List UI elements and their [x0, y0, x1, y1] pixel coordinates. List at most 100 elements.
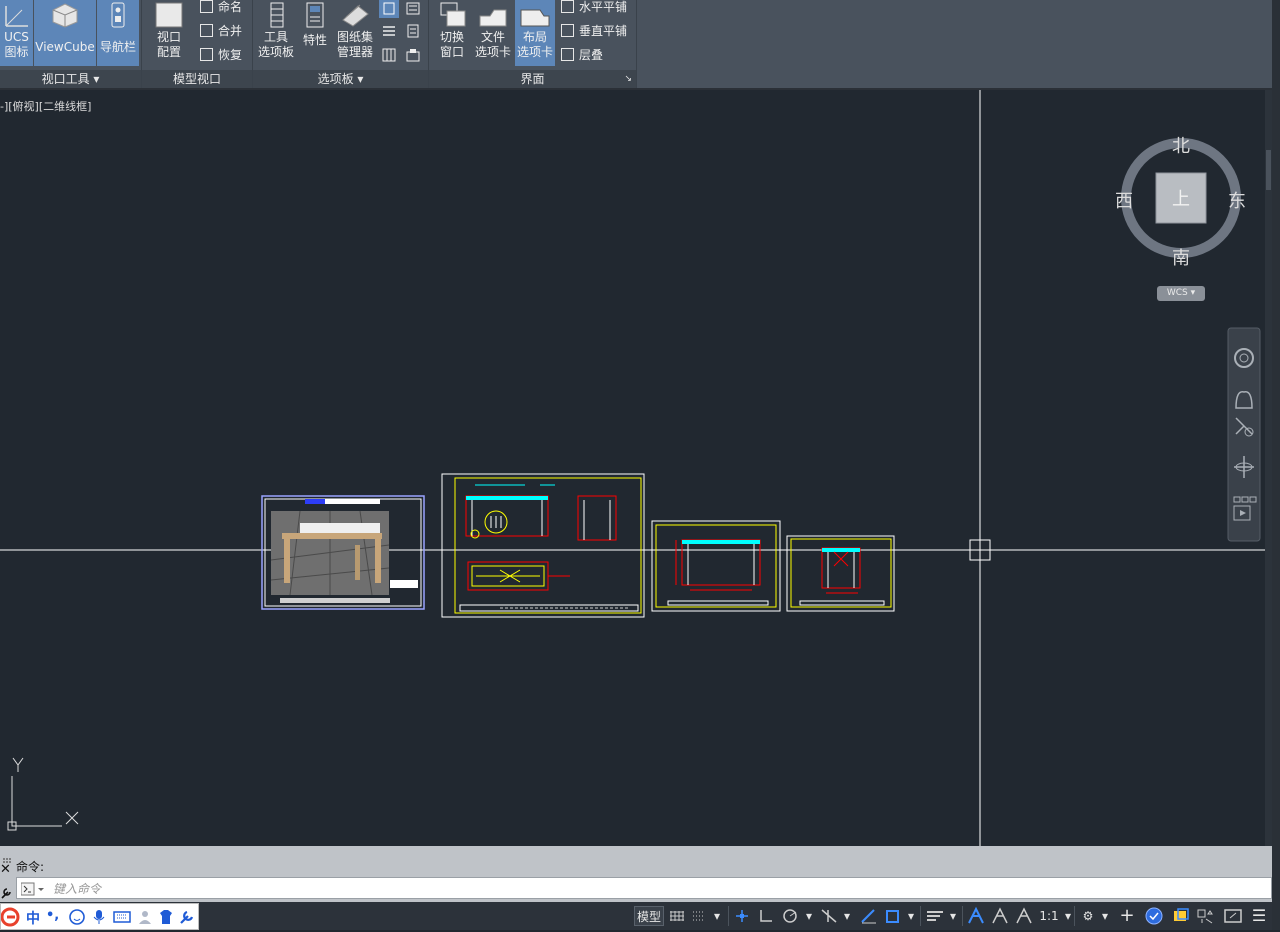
viewport-config-icon — [154, 2, 184, 28]
object-snap-tracking-icon[interactable] — [858, 906, 880, 926]
file-tabs-label: 文件 选项卡 — [474, 30, 511, 59]
ucs-icon-button[interactable]: UCS 图标 — [0, 0, 33, 66]
clean-screen-icon[interactable] — [1194, 906, 1216, 926]
tile-vertical-icon — [561, 24, 574, 37]
isodraft-icon[interactable] — [818, 906, 840, 926]
maximize-viewport-icon[interactable] — [1222, 906, 1244, 926]
chevron-down-icon[interactable]: ▾ — [840, 906, 854, 926]
object-snap-icon[interactable] — [882, 906, 904, 926]
panel-title-palettes[interactable]: 选项板 ▾ — [253, 70, 428, 88]
hardware-acceleration-icon[interactable] — [1170, 906, 1192, 926]
join-icon — [200, 24, 213, 37]
grip-icon[interactable] — [2, 850, 12, 863]
viewport-scrollbar[interactable] — [1265, 90, 1272, 846]
infer-constraints-icon[interactable] — [732, 906, 752, 926]
named-viewports-button[interactable]: 命名 — [200, 0, 242, 17]
file-tabs-button[interactable]: 文件 选项卡 — [473, 0, 513, 66]
viewcube-face-top[interactable]: 上 — [1171, 185, 1191, 211]
palette-toggle-4[interactable] — [403, 22, 423, 40]
restore-viewports-button[interactable]: 恢复 — [200, 45, 242, 65]
panel-launcher-icon[interactable]: ↘ — [624, 70, 632, 88]
cascade-button[interactable]: 层叠 — [561, 45, 603, 65]
panel-palettes: 工具 选项板 特性 图纸集 管理器 选项板 ▾ — [253, 0, 429, 88]
switch-windows-button[interactable]: 切换 窗口 — [433, 0, 471, 66]
palette-toggle-2[interactable] — [403, 0, 423, 18]
palette-toggle-3[interactable] — [379, 22, 399, 40]
drawing-viewport[interactable]: -][俯视][二维线框] 北 南 东 西 上 WCS ▾ — [0, 90, 1265, 846]
navigation-bar[interactable] — [1227, 327, 1261, 542]
tool-palettes-button[interactable]: 工具 选项板 — [255, 0, 297, 66]
navbar-button[interactable]: 导航栏 — [97, 0, 139, 66]
switch-windows-label: 切换 窗口 — [439, 30, 464, 59]
compass-west[interactable]: 西 — [1114, 187, 1134, 213]
isolate-objects-icon[interactable] — [1142, 906, 1166, 926]
restore-icon — [200, 48, 213, 61]
named-icon — [200, 0, 213, 13]
auto-scale-icon[interactable] — [990, 906, 1010, 926]
gear-icon[interactable]: ⚙ — [1078, 906, 1098, 926]
tile-vertical-button[interactable]: 垂直平铺 — [561, 21, 627, 41]
command-prompt-icon[interactable] — [20, 881, 45, 896]
plus-icon[interactable]: + — [1116, 906, 1138, 926]
sogou-logo-icon[interactable] — [0, 907, 21, 927]
chevron-down-icon[interactable]: ▾ — [1098, 906, 1112, 926]
sheet-set-manager-button[interactable]: 图纸集 管理器 — [333, 0, 377, 66]
toolbox-icon[interactable] — [178, 908, 196, 926]
annotation-scale-icon[interactable] — [1014, 906, 1034, 926]
drawing-sheet-elevation[interactable] — [651, 520, 781, 612]
microphone-icon[interactable] — [90, 908, 108, 926]
snap-grid-icon[interactable] — [690, 906, 708, 926]
polar-tracking-icon[interactable] — [780, 906, 802, 926]
panel-title-interface: 界面 ↘ — [429, 70, 636, 88]
command-history: 命令: — [16, 860, 45, 874]
tile-horizontal-button[interactable]: 水平平铺 — [561, 0, 627, 17]
chevron-down-icon[interactable]: ▾ — [802, 906, 816, 926]
chevron-down-icon[interactable]: ▾ — [1062, 906, 1074, 926]
drawing-canvas — [0, 90, 1265, 846]
ime-language-toggle[interactable]: 中 — [26, 908, 42, 927]
annotation-visibility-icon[interactable] — [966, 906, 986, 926]
compass-east[interactable]: 东 — [1227, 187, 1247, 213]
layout-tabs-button[interactable]: 布局 选项卡 — [515, 0, 555, 66]
chevron-down-icon[interactable]: ▾ — [904, 906, 918, 926]
wrench-icon[interactable] — [0, 884, 12, 899]
palette-toggle-5[interactable] — [379, 46, 399, 64]
chevron-down-icon[interactable]: ▾ — [946, 906, 960, 926]
compass-south[interactable]: 南 — [1171, 244, 1191, 270]
command-input[interactable] — [51, 880, 1255, 898]
tile-horizontal-icon — [561, 0, 574, 13]
viewport-config-button[interactable]: 视口 配置 — [146, 0, 192, 66]
close-icon[interactable]: ✕ — [0, 863, 12, 876]
palette-toggle-6[interactable] — [403, 46, 423, 64]
annotation-scale-value[interactable]: 1:1 — [1036, 906, 1062, 926]
command-input-box[interactable] — [16, 877, 1272, 899]
keyboard-icon[interactable] — [112, 908, 132, 926]
skin-icon[interactable] — [157, 908, 175, 926]
customization-menu-icon[interactable]: ☰ — [1248, 906, 1270, 926]
panel-interface: 切换 窗口 文件 选项卡 布局 选项卡 水平平铺 垂直平铺 层叠 界面 ↘ — [429, 0, 637, 88]
drawing-sheet-render[interactable] — [261, 495, 425, 610]
ucs-icon — [2, 2, 32, 28]
drawing-sheet-side-view[interactable] — [786, 535, 895, 612]
punctuation-icon[interactable]: •, — [46, 908, 60, 926]
sheet-set-label: 图纸集 管理器 — [336, 30, 373, 59]
chevron-down-icon[interactable]: ▾ — [710, 906, 724, 926]
switch-windows-icon — [437, 2, 467, 28]
join-viewports-button[interactable]: 合并 — [200, 21, 242, 41]
properties-button[interactable]: 特性 — [299, 0, 331, 66]
panel-title-viewport-tools[interactable]: 视口工具 ▾ — [0, 70, 141, 88]
compass-north[interactable]: 北 — [1171, 132, 1191, 158]
lineweight-icon[interactable] — [924, 906, 946, 926]
ortho-icon[interactable] — [756, 906, 776, 926]
ucs-axis-icon — [7, 757, 79, 831]
grid-icon[interactable] — [668, 906, 686, 926]
navbar-icon — [103, 2, 133, 28]
drawing-sheet-details[interactable] — [441, 473, 645, 618]
panel-title-model-viewports: 模型视口 — [142, 70, 252, 88]
palette-toggle-1[interactable] — [379, 0, 399, 18]
model-space-button[interactable]: 模型 — [634, 906, 664, 926]
emoji-icon[interactable] — [68, 908, 86, 926]
wcs-menu[interactable]: WCS ▾ — [1157, 286, 1205, 301]
viewcube-button[interactable]: ViewCube — [34, 0, 96, 66]
user-icon[interactable] — [136, 908, 154, 926]
